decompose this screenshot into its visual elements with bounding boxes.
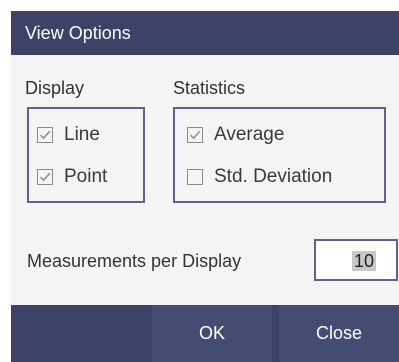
std-deviation-label: Std. Deviation [214,166,333,187]
display-group-label: Display [25,78,85,98]
dialog-title: View Options [11,11,399,55]
statistics-group-box: Average Std. Deviation [173,107,386,203]
line-checkbox-icon [37,127,53,143]
point-label: Point [64,166,108,187]
statistics-group-label: Statistics [173,78,246,98]
average-label: Average [214,124,285,145]
view-options-dialog: View Options Display Line Point Statisti… [11,11,399,362]
point-checkbox[interactable]: Point [37,164,107,190]
average-checkbox[interactable]: Average [187,122,284,148]
line-label: Line [64,124,100,145]
measurements-per-display-value: 10 [352,251,377,271]
measurements-per-display-label: Measurements per Display [27,251,242,271]
std-deviation-checkbox-icon [187,169,203,185]
display-group-box: Line Point [27,107,145,203]
measurements-per-display-input[interactable]: 10 [314,239,398,281]
average-checkbox-icon [187,127,203,143]
point-checkbox-icon [37,169,53,185]
std-deviation-checkbox[interactable]: Std. Deviation [187,164,332,190]
close-button[interactable]: Close [279,305,399,362]
line-checkbox[interactable]: Line [37,122,100,148]
ok-button[interactable]: OK [152,305,272,362]
